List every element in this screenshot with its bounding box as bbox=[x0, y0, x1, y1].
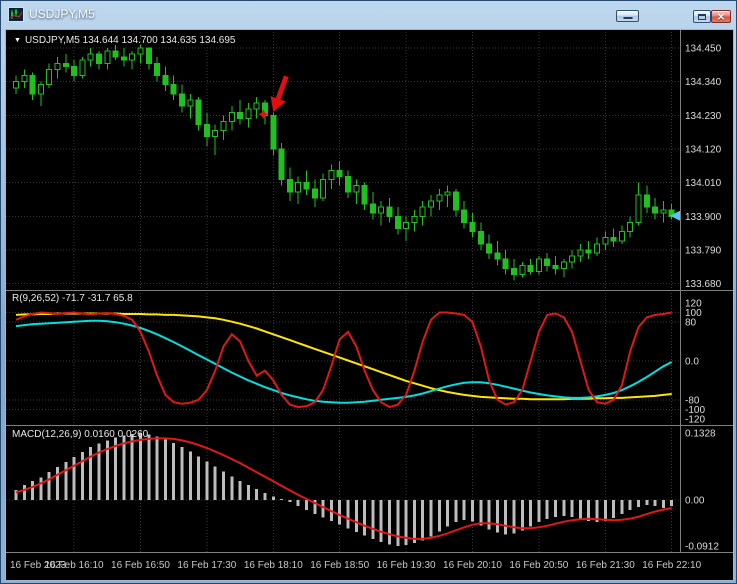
price-axis-label: 133.790 bbox=[685, 245, 722, 256]
close-icon: × bbox=[716, 10, 726, 23]
terminal-window: USDJPY,M5 × 134.450 134.340 134.230 134.120… bbox=[0, 0, 737, 584]
maximize-icon bbox=[698, 13, 706, 20]
symbol-dropdown-icon[interactable]: ▼ bbox=[14, 37, 21, 44]
time-axis-label: 16 Feb 18:50 bbox=[310, 560, 369, 571]
price-axis-label: 134.450 bbox=[685, 44, 722, 55]
minimize-icon bbox=[623, 17, 632, 19]
macd-indicator-label: MACD(12,26,9) 0.0160 0.0260 bbox=[12, 429, 149, 440]
oscillator-indicator-label: R(9,26,52) -71.7 -31.7 65.8 bbox=[12, 293, 133, 304]
oscillator-axis-label: -120 bbox=[685, 415, 705, 426]
time-axis-label: 16 Feb 21:30 bbox=[576, 560, 635, 571]
time-axis-label: 16 Feb 17:30 bbox=[177, 560, 236, 571]
time-axis-label: 16 Feb 20:50 bbox=[509, 560, 568, 571]
symbol-info-line: ▼ USDJPY,M5 134.644 134.700 134.635 134.6… bbox=[14, 35, 236, 46]
price-axis-label: 134.120 bbox=[685, 144, 722, 155]
time-axis-label: 16 Feb 22:10 bbox=[642, 560, 701, 571]
symbol-label: USDJPY,M5 bbox=[24, 35, 80, 46]
price-axis-label: 134.010 bbox=[685, 178, 722, 189]
ohlc-values: 134.644 134.700 134.635 134.695 bbox=[82, 35, 236, 46]
time-axis[interactable]: 16 Feb 202316 Feb 16:10 16 Feb 16:50 16 Fe… bbox=[10, 560, 702, 571]
price-axis-label: 134.230 bbox=[685, 111, 722, 122]
time-axis-label: 16 Feb 16:50 bbox=[111, 560, 170, 571]
price-axis-label: 133.900 bbox=[685, 212, 722, 223]
oscillator-axis-label: 80 bbox=[685, 318, 697, 329]
time-axis-label: 16 Feb 19:30 bbox=[377, 560, 436, 571]
time-axis-label: 16 Feb 16:10 bbox=[45, 560, 104, 571]
macd-axis-label: -0.0912 bbox=[685, 542, 719, 553]
chart-client-area: 134.450 134.340 134.230 134.120 134.010 133.9… bbox=[5, 29, 734, 581]
price-axis-label: 133.680 bbox=[685, 279, 722, 290]
time-axis-label: 16 Feb 20:10 bbox=[443, 560, 502, 571]
maximize-button[interactable] bbox=[693, 10, 711, 23]
close-button[interactable]: × bbox=[711, 10, 731, 23]
window-title: USDJPY,M5 bbox=[29, 7, 95, 21]
macd-axis-label: 0.00 bbox=[685, 496, 705, 507]
minimize-button[interactable] bbox=[616, 10, 639, 22]
oscillator-axis-label: 0.0 bbox=[685, 357, 699, 368]
window-icon bbox=[8, 7, 24, 22]
title-bar[interactable]: USDJPY,M5 × bbox=[1, 1, 736, 29]
time-axis-label: 16 Feb 18:10 bbox=[244, 560, 303, 571]
price-axis-label: 134.340 bbox=[685, 77, 722, 88]
macd-axis-label: 0.1328 bbox=[685, 428, 716, 439]
